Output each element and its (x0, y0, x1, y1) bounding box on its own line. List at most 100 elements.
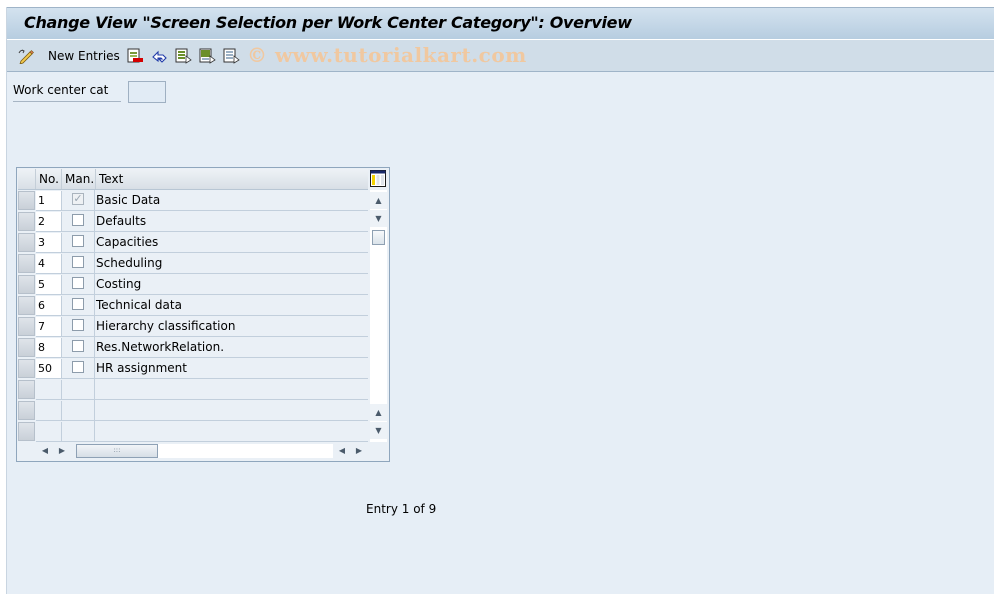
column-header-no[interactable]: No. (36, 169, 62, 189)
table-row (36, 400, 368, 421)
cell-man (62, 400, 95, 420)
table-row: 5 Costing (36, 274, 368, 295)
cell-no[interactable]: 4 (36, 254, 62, 273)
row-selector[interactable] (18, 233, 35, 252)
manual-checkbox[interactable] (72, 214, 84, 226)
select-block-icon (199, 48, 216, 64)
column-header-text[interactable]: Text (96, 169, 368, 189)
page-up-button[interactable]: ▲ (370, 404, 387, 421)
table-row: 50 HR assignment (36, 358, 368, 379)
title-bar: Change View "Screen Selection per Work C… (7, 7, 994, 40)
cell-man (62, 421, 95, 441)
cell-no (36, 422, 62, 441)
row-selector[interactable] (18, 191, 35, 210)
arrow-down-icon: ▼ (375, 214, 382, 223)
table-settings-button[interactable] (370, 170, 386, 187)
table-header: No. Man. Text (18, 169, 368, 190)
table-row: 1 ✓ Basic Data (36, 190, 368, 211)
deselect-all-icon (223, 48, 240, 64)
delete-icon (127, 48, 143, 62)
row-selector[interactable] (18, 296, 35, 315)
row-selector[interactable] (18, 422, 35, 441)
scroll-right-button-2[interactable]: ▶ (352, 442, 366, 459)
cell-text: Basic Data (96, 193, 161, 207)
cell-man: ✓ (62, 190, 95, 210)
cell-no[interactable]: 1 (36, 191, 62, 210)
application-toolbar: New Entries © www.tutorialkart.com (7, 40, 994, 72)
horizontal-scroll-thumb[interactable]: ::: (76, 444, 158, 458)
cell-no[interactable]: 3 (36, 233, 62, 252)
manual-checkbox[interactable] (72, 235, 84, 247)
cell-man (62, 379, 95, 399)
cell-man (62, 211, 95, 231)
cell-no (36, 380, 62, 399)
scroll-right-button[interactable]: ▶ (55, 442, 69, 459)
select-block-button[interactable] (199, 40, 217, 71)
manual-checkbox[interactable] (72, 340, 84, 352)
cell-man (62, 274, 95, 294)
checkmark-icon: ✓ (73, 192, 83, 205)
select-all-button[interactable] (175, 40, 193, 71)
column-header-man[interactable]: Man. (62, 169, 96, 189)
scroll-down-button[interactable]: ▼ (370, 210, 387, 227)
manual-checkbox[interactable] (72, 256, 84, 268)
horizontal-scroll-track[interactable] (158, 444, 333, 458)
manual-checkbox: ✓ (72, 193, 84, 205)
work-center-cat-input[interactable] (128, 81, 166, 103)
cell-no[interactable]: 7 (36, 317, 62, 336)
table-row (36, 421, 368, 442)
row-selector[interactable] (18, 359, 35, 378)
table-row: 8 Res.NetworkRelation. (36, 337, 368, 358)
arrow-left-icon: ◀ (338, 446, 346, 455)
cell-text: Hierarchy classification (96, 319, 236, 333)
table-row: 6 Technical data (36, 295, 368, 316)
arrow-right-icon: ▶ (355, 446, 363, 455)
display-change-button[interactable] (18, 40, 36, 71)
cell-text: Defaults (96, 214, 147, 228)
cell-man (62, 295, 95, 315)
row-selector[interactable] (18, 338, 35, 357)
row-selector[interactable] (18, 212, 35, 231)
cell-man (62, 253, 95, 273)
row-selector[interactable] (18, 254, 35, 273)
delete-button[interactable] (127, 40, 145, 71)
manual-checkbox[interactable] (72, 361, 84, 373)
cell-no[interactable]: 6 (36, 296, 62, 315)
cell-no[interactable]: 2 (36, 212, 62, 231)
page-down-button[interactable]: ▼ (370, 422, 387, 439)
cell-text: Res.NetworkRelation. (96, 340, 225, 354)
watermark-text: © www.tutorialkart.com (247, 43, 527, 67)
deselect-all-button[interactable] (223, 40, 241, 71)
horizontal-scrollbar[interactable]: ◀ ▶ ::: ◀ ▶ (36, 442, 368, 459)
change-display-icon (18, 49, 34, 64)
table-row: 4 Scheduling (36, 253, 368, 274)
scroll-up-button[interactable]: ▲ (370, 192, 387, 209)
row-selector[interactable] (18, 317, 35, 336)
cell-text: Scheduling (96, 256, 163, 270)
undo-change-icon (152, 50, 167, 63)
scroll-thumb[interactable] (372, 230, 385, 245)
new-entries-button[interactable]: New Entries (48, 40, 120, 71)
vertical-scrollbar[interactable]: ▲ ▼ ▲ ▼ (370, 190, 387, 442)
arrow-up-icon: ▲ (375, 196, 382, 205)
cell-man (62, 316, 95, 336)
manual-checkbox[interactable] (72, 319, 84, 331)
cell-text: HR assignment (96, 361, 187, 375)
select-all-rows-button[interactable] (18, 169, 36, 189)
undo-change-button[interactable] (151, 40, 169, 71)
row-selector[interactable] (18, 401, 35, 420)
manual-checkbox[interactable] (72, 277, 84, 289)
scroll-left-button[interactable]: ◀ (38, 442, 52, 459)
scroll-left-button-2[interactable]: ◀ (335, 442, 349, 459)
cell-no[interactable]: 5 (36, 275, 62, 294)
table-row (36, 379, 368, 400)
sap-window: Change View "Screen Selection per Work C… (6, 7, 994, 594)
new-entries-label: New Entries (48, 48, 120, 63)
cell-no[interactable]: 50 (36, 359, 62, 378)
arrow-left-icon: ◀ (41, 446, 49, 455)
row-selector[interactable] (18, 275, 35, 294)
row-selector[interactable] (18, 380, 35, 399)
cell-text: Costing (96, 277, 142, 291)
cell-no[interactable]: 8 (36, 338, 62, 357)
manual-checkbox[interactable] (72, 298, 84, 310)
